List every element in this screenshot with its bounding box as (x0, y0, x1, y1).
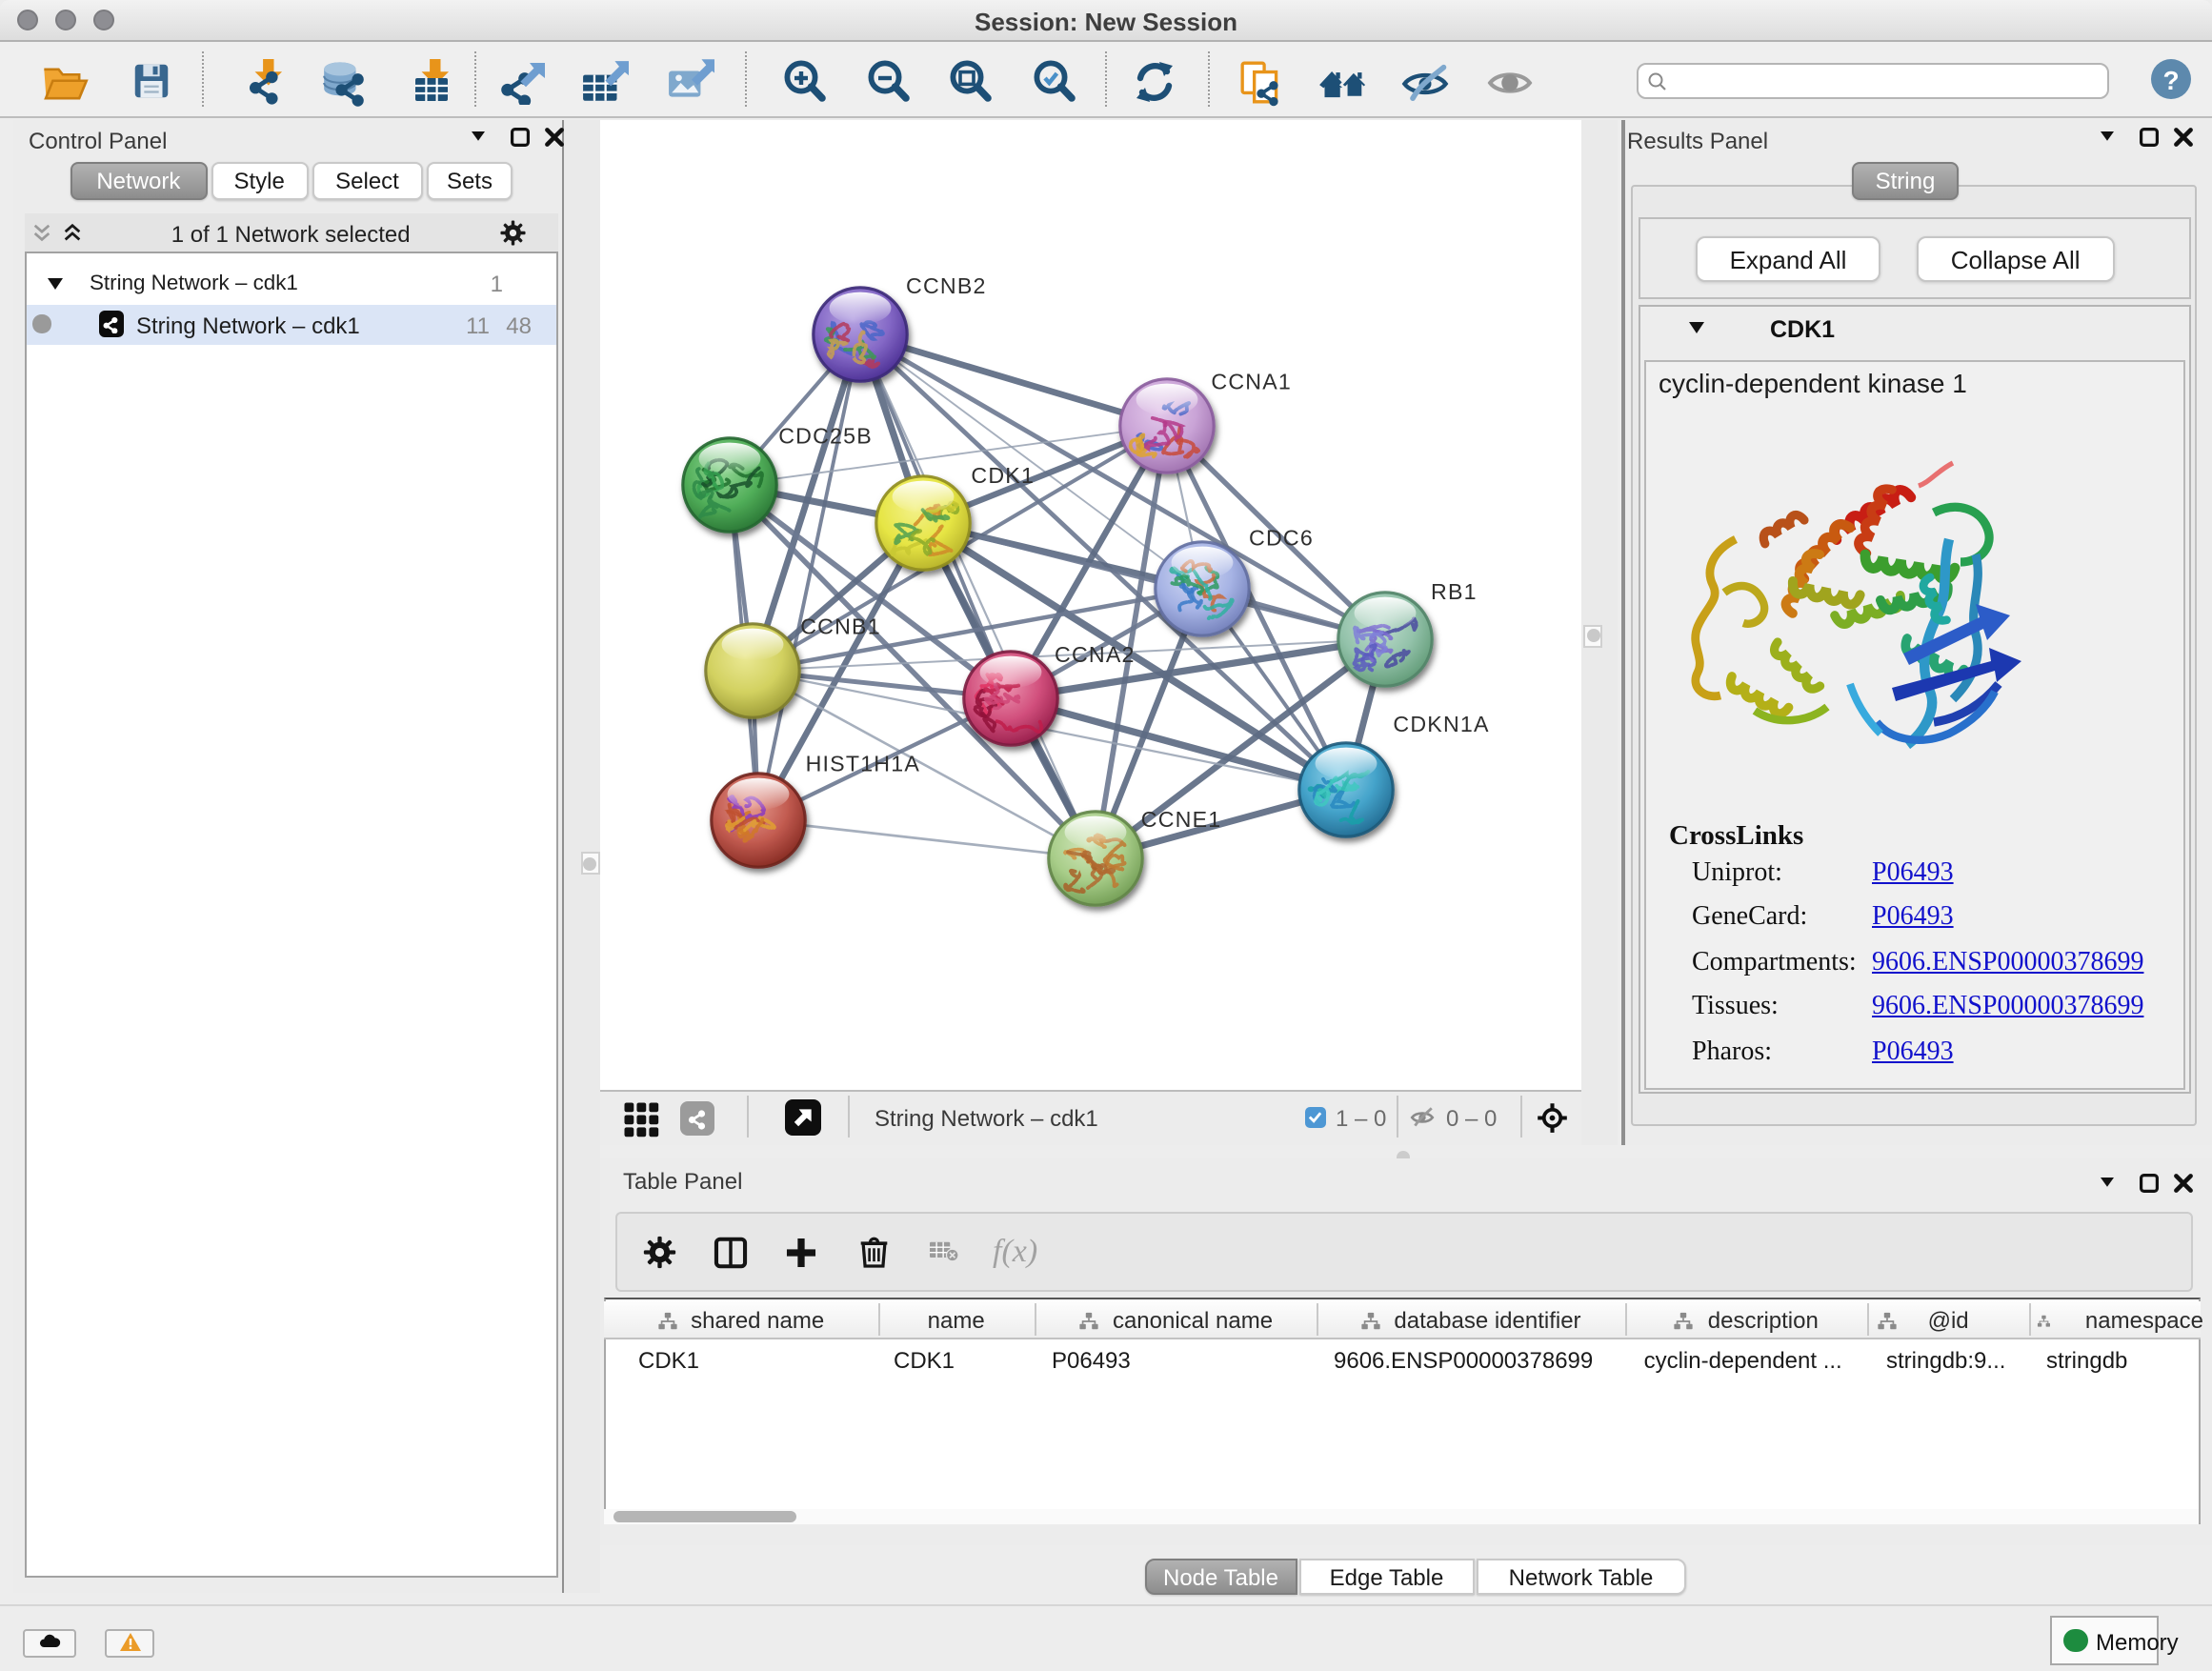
svg-text:CDC25B: CDC25B (778, 422, 873, 447)
svg-text:CDC6: CDC6 (1249, 525, 1314, 550)
svg-text:CCNE1: CCNE1 (1141, 806, 1222, 831)
svg-text:CCNA2: CCNA2 (1055, 641, 1136, 666)
svg-text:CDKN1A: CDKN1A (1393, 711, 1489, 735)
svg-text:CCNA1: CCNA1 (1211, 369, 1292, 393)
svg-text:RB1: RB1 (1431, 578, 1478, 603)
svg-text:HIST1H1A: HIST1H1A (806, 751, 920, 775)
svg-text:CCNB2: CCNB2 (906, 272, 987, 297)
svg-text:CDK1: CDK1 (971, 462, 1035, 487)
svg-text:CCNB1: CCNB1 (800, 613, 881, 637)
